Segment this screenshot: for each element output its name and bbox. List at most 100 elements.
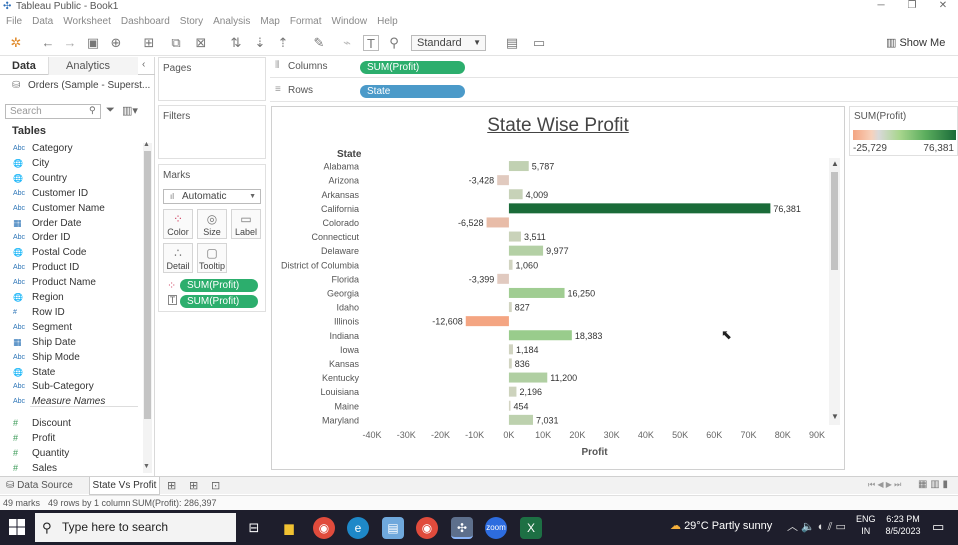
- columns-shelf[interactable]: ⦀ Columns SUM(Profit): [270, 58, 958, 78]
- field-region[interactable]: 🌐 Region: [0, 290, 140, 305]
- swap-rows-columns-icon[interactable]: ⇅: [228, 35, 244, 51]
- bar[interactable]: [508, 344, 513, 355]
- chart-scrollbar[interactable]: ▲ ▼: [829, 158, 840, 425]
- field-ship-date[interactable]: ▦ Ship Date: [0, 335, 140, 350]
- menu-data[interactable]: Data: [32, 14, 53, 30]
- show-cards-icon[interactable]: ▤: [501, 35, 523, 51]
- field-measure-names[interactable]: Abc Measure Names: [0, 394, 140, 409]
- filters-card[interactable]: Filters: [158, 105, 266, 159]
- bar[interactable]: [508, 358, 512, 369]
- field-city[interactable]: 🌐 City: [0, 156, 140, 171]
- filmstrip-view-icon[interactable]: ▦ ▥ ▮: [918, 479, 948, 490]
- chrome-icon[interactable]: ◉: [313, 517, 335, 539]
- minimize-button[interactable]: ─: [866, 0, 896, 14]
- color-legend[interactable]: SUM(Profit) -25,729 76,381: [849, 106, 958, 156]
- field-quantity[interactable]: # Quantity: [0, 446, 140, 461]
- new-worksheet-icon[interactable]: ⊞: [138, 35, 160, 51]
- pages-card[interactable]: Pages: [158, 57, 266, 101]
- datasource-name[interactable]: Orders (Sample - Superst...: [0, 78, 155, 94]
- language-indicator[interactable]: ENG IN: [856, 513, 876, 537]
- menu-format[interactable]: Format: [290, 14, 322, 30]
- bar[interactable]: [497, 273, 509, 284]
- bar[interactable]: [497, 175, 509, 186]
- columns-pill[interactable]: SUM(Profit): [360, 61, 465, 74]
- bar[interactable]: [486, 217, 509, 228]
- windows-start-icon[interactable]: [9, 519, 25, 535]
- mark-type-select[interactable]: ıl Automatic ▼: [163, 189, 261, 204]
- fit-select[interactable]: Standard ▼: [411, 35, 486, 51]
- save-icon[interactable]: ▣: [85, 35, 101, 51]
- field-sales[interactable]: # Sales: [0, 461, 140, 476]
- field-profit[interactable]: # Profit: [0, 431, 140, 446]
- bar[interactable]: [508, 189, 523, 200]
- label-button[interactable]: ▭ Label: [231, 209, 261, 239]
- menu-story[interactable]: Story: [180, 14, 203, 30]
- new-story-tab-icon[interactable]: ⊡: [211, 479, 220, 492]
- task-view-icon[interactable]: ⊟: [243, 517, 265, 539]
- bar[interactable]: [508, 245, 544, 256]
- bar[interactable]: [508, 161, 529, 172]
- field-postal-code[interactable]: 🌐 Postal Code: [0, 245, 140, 260]
- zoom-icon[interactable]: zoom: [485, 517, 507, 539]
- field-customer-name[interactable]: Abc Customer Name: [0, 201, 140, 216]
- detail-button[interactable]: ∴ Detail: [163, 243, 193, 273]
- excel-icon[interactable]: X: [520, 517, 542, 539]
- label-pill[interactable]: SUM(Profit): [180, 295, 258, 308]
- edge-icon[interactable]: e: [347, 517, 369, 539]
- undo-icon[interactable]: ←: [40, 35, 56, 51]
- presentation-mode-icon[interactable]: ▭: [531, 35, 547, 51]
- chrome-profile-icon[interactable]: ◉: [416, 517, 438, 539]
- menu-window[interactable]: Window: [332, 14, 368, 30]
- weather-widget[interactable]: ☁ 29°C Partly sunny: [670, 519, 772, 532]
- file-explorer-icon[interactable]: ▆: [278, 517, 300, 539]
- menu-file[interactable]: File: [6, 14, 22, 30]
- collapse-pane-icon[interactable]: ‹: [142, 59, 145, 70]
- field-order-id[interactable]: Abc Order ID: [0, 230, 140, 245]
- field-discount[interactable]: # Discount: [0, 416, 140, 431]
- show-mark-labels-icon[interactable]: T: [363, 35, 379, 51]
- view-options-icon[interactable]: ▥▾: [122, 104, 138, 117]
- menu-analysis[interactable]: Analysis: [213, 14, 250, 30]
- tab-analytics[interactable]: Analytics: [48, 57, 138, 75]
- menu-dashboard[interactable]: Dashboard: [121, 14, 170, 30]
- menu-worksheet[interactable]: Worksheet: [63, 14, 111, 30]
- notifications-icon[interactable]: ▭: [932, 519, 944, 535]
- field-product-name[interactable]: Abc Product Name: [0, 275, 140, 290]
- color-pill[interactable]: SUM(Profit): [180, 279, 258, 292]
- bar[interactable]: [508, 414, 533, 425]
- field-order-date[interactable]: ▦ Order Date: [0, 216, 140, 231]
- notepad-icon[interactable]: ▤: [382, 517, 404, 539]
- show-me-button[interactable]: ▥ Show Me: [886, 35, 956, 51]
- system-tray-icons[interactable]: ︿ 🔈 ◐ ⫽ ▭: [787, 518, 846, 534]
- scroll-up-icon[interactable]: ▲: [831, 159, 839, 168]
- scroll-down-icon[interactable]: ▼: [831, 412, 839, 421]
- bar[interactable]: [508, 203, 771, 214]
- new-dashboard-tab-icon[interactable]: ⊞: [189, 479, 198, 492]
- bar[interactable]: [508, 259, 513, 270]
- duplicate-sheet-icon[interactable]: ⧉: [168, 35, 184, 51]
- size-button[interactable]: ◎ Size: [197, 209, 227, 239]
- maximize-button[interactable]: ❐: [897, 0, 927, 14]
- menu-map[interactable]: Map: [260, 14, 279, 30]
- bar[interactable]: [508, 287, 565, 298]
- field-customer-id[interactable]: Abc Customer ID: [0, 186, 140, 201]
- bar[interactable]: [508, 400, 511, 411]
- search-input[interactable]: Search: [5, 104, 101, 119]
- bar[interactable]: [508, 302, 512, 313]
- taskbar-search-input[interactable]: ⚲ Type here to search: [35, 513, 236, 542]
- new-datasource-icon[interactable]: ⊕: [108, 35, 124, 51]
- scroll-down-icon[interactable]: ▼: [143, 463, 150, 470]
- bar[interactable]: [465, 316, 509, 327]
- field-country[interactable]: 🌐 Country: [0, 171, 140, 186]
- highlight-icon[interactable]: ✎: [308, 35, 330, 51]
- sort-ascending-icon[interactable]: ⇣: [252, 35, 268, 51]
- field-ship-mode[interactable]: Abc Ship Mode: [0, 350, 140, 365]
- tab-data-source[interactable]: ⛁ Data Source: [6, 479, 73, 493]
- group-icon[interactable]: ⌁: [336, 35, 358, 51]
- menu-help[interactable]: Help: [377, 14, 398, 30]
- field-sub-category[interactable]: Abc Sub-Category: [0, 379, 140, 394]
- filter-icon[interactable]: ⏷: [106, 104, 115, 117]
- field-segment[interactable]: Abc Segment: [0, 320, 140, 335]
- bar[interactable]: [508, 330, 572, 341]
- clock[interactable]: 6:23 PM 8/5/2023: [882, 513, 924, 537]
